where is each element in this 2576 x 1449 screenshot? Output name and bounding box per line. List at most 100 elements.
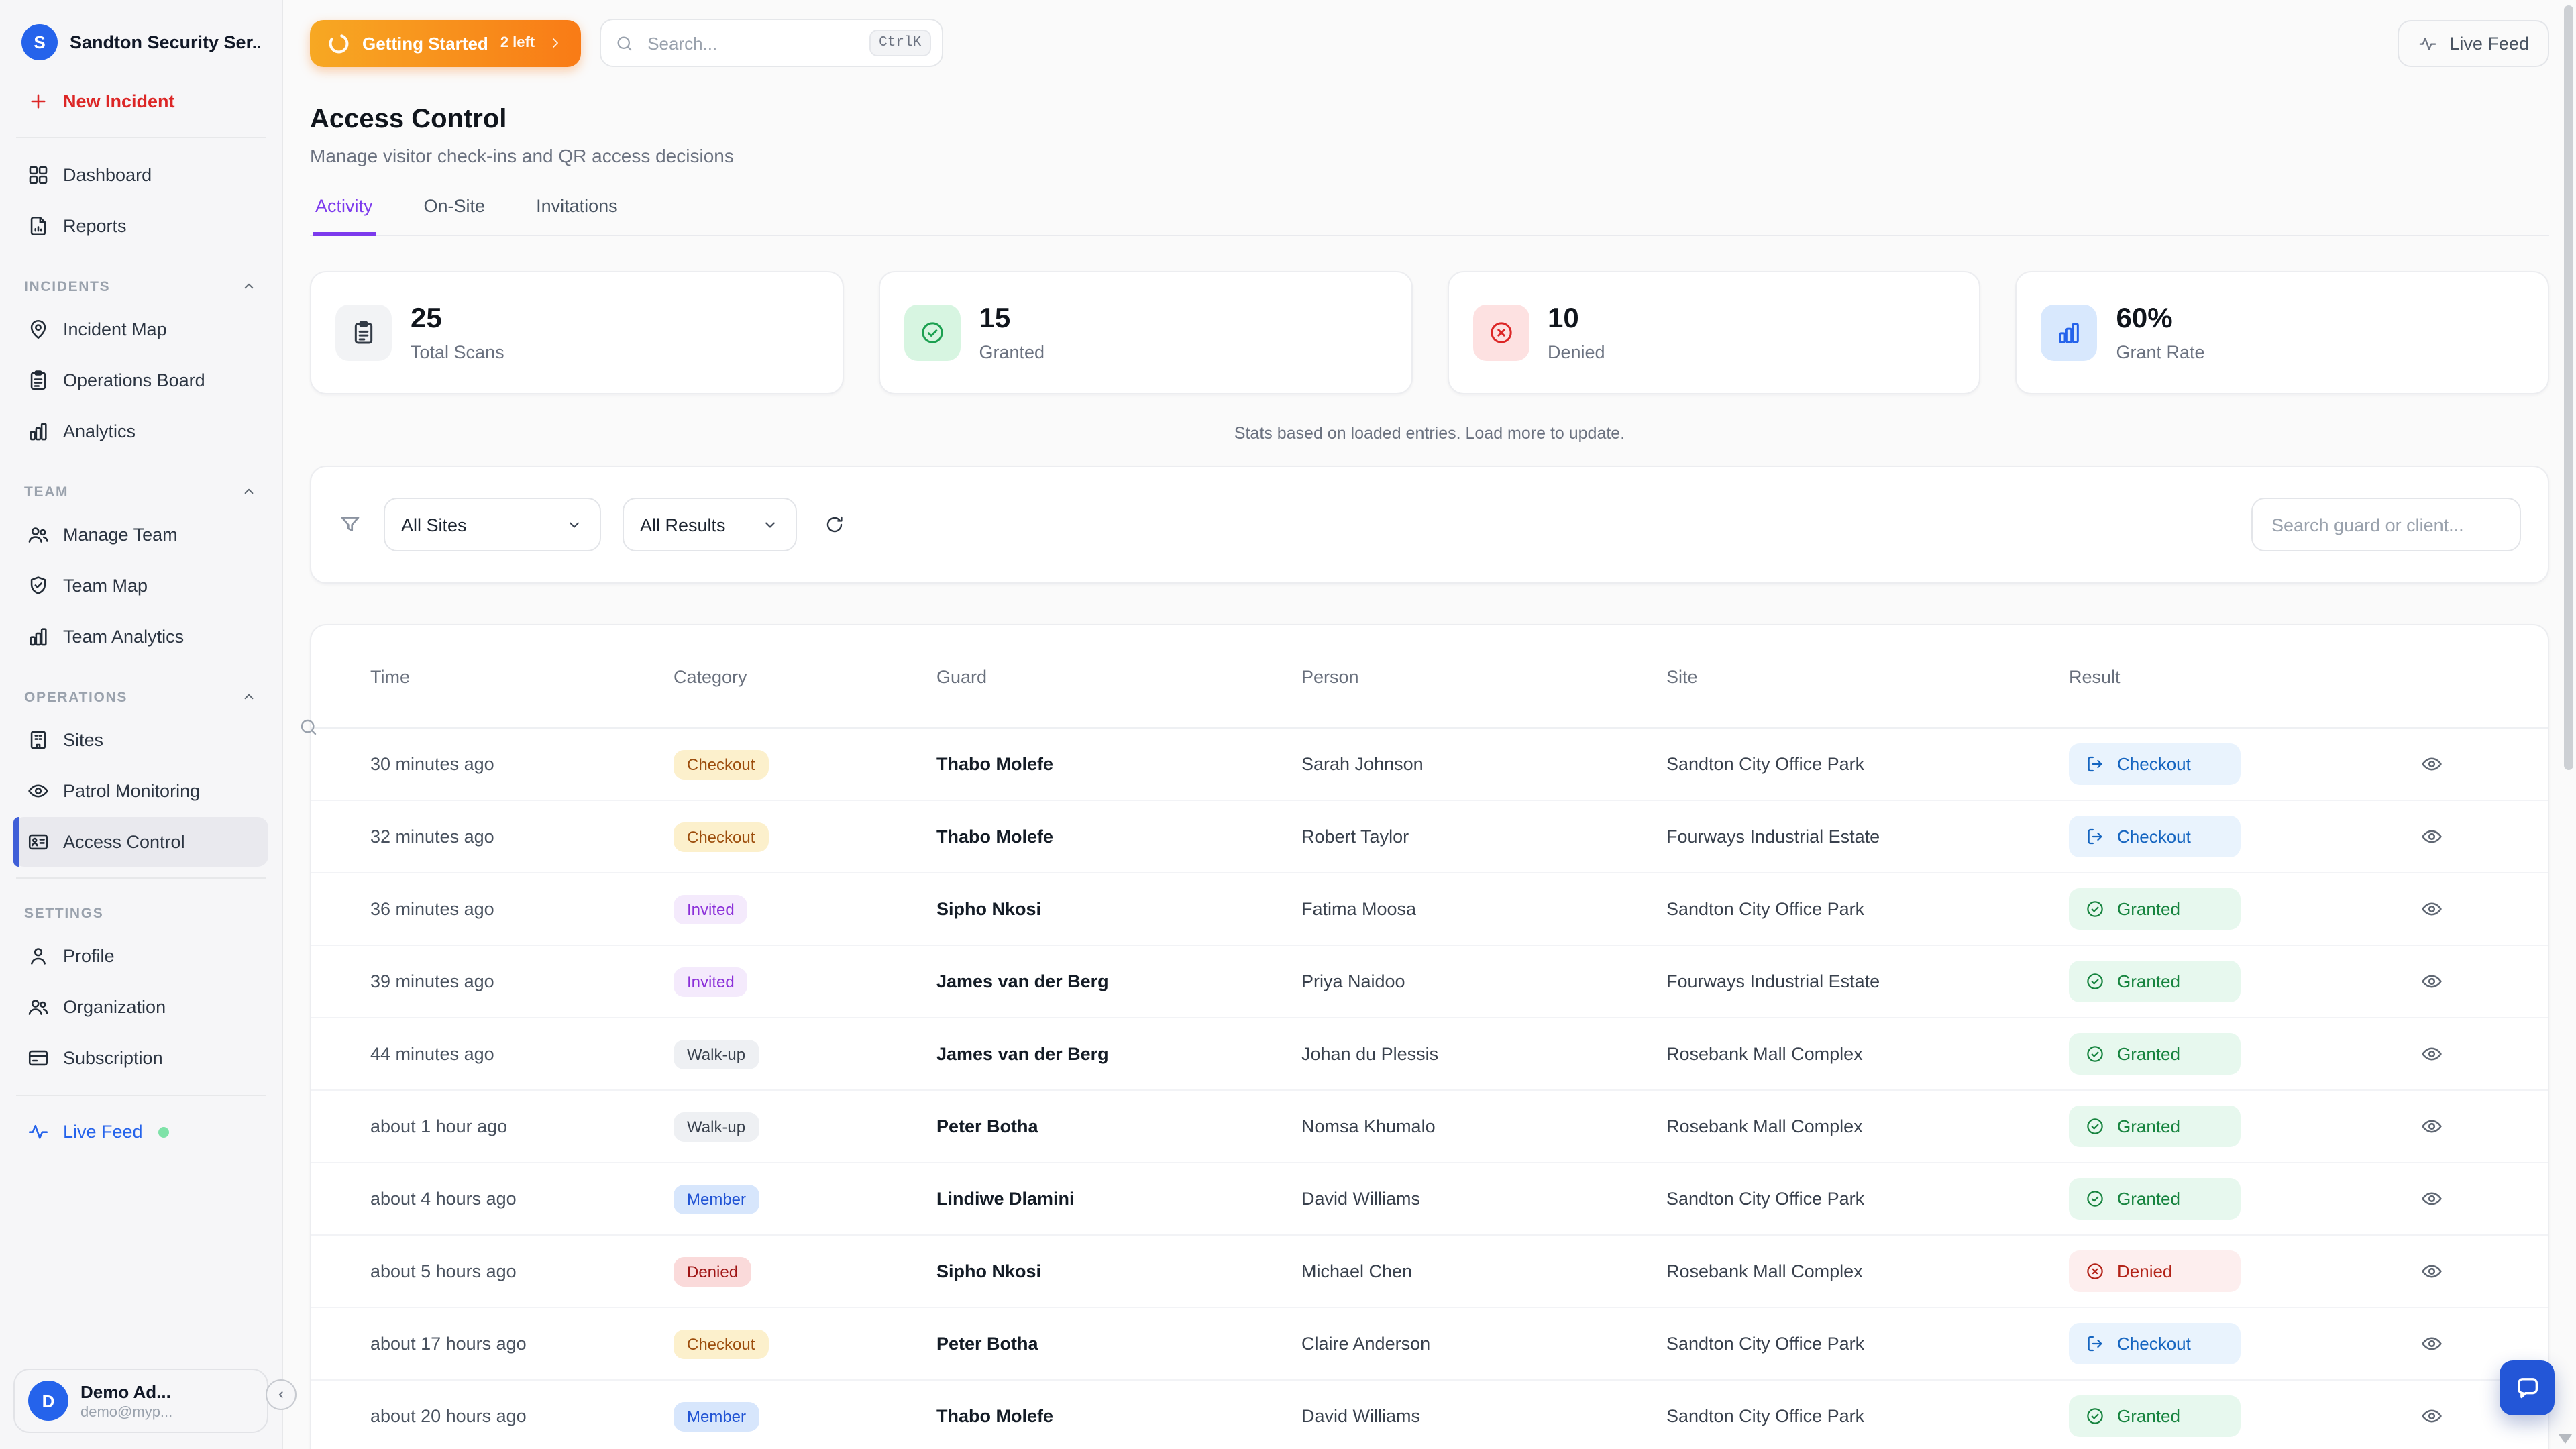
view-row-button[interactable]	[2418, 895, 2446, 923]
cell-person: Michael Chen	[1301, 1261, 1666, 1281]
cell-category: Checkout	[674, 822, 936, 851]
sidebar-item-label: Organization	[63, 997, 166, 1017]
tab-invitations[interactable]: Invitations	[533, 196, 621, 236]
refresh-button[interactable]	[818, 508, 851, 541]
cell-category: Checkout	[674, 749, 936, 779]
topbar: Getting Started 2 left CtrlK Live Feed	[310, 0, 2549, 86]
getting-started-button[interactable]: Getting Started 2 left	[310, 19, 580, 66]
page-subtitle: Manage visitor check-ins and QR access d…	[310, 145, 2549, 166]
tab-on-site[interactable]: On-Site	[421, 196, 488, 236]
cell-result: Checkout	[2069, 1323, 2399, 1364]
results-filter-select[interactable]: All Results	[623, 498, 797, 551]
sidebar-divider	[16, 877, 266, 879]
section-label-team[interactable]: TEAM	[24, 483, 258, 500]
view-row-button[interactable]	[2418, 1402, 2446, 1430]
view-row-button[interactable]	[2418, 1040, 2446, 1068]
view-row-button[interactable]	[2418, 822, 2446, 851]
global-search[interactable]: CtrlK	[599, 19, 943, 67]
sidebar-item-incident-map[interactable]: Incident Map	[13, 305, 268, 354]
cell-time: about 17 hours ago	[370, 1334, 674, 1354]
view-row-button[interactable]	[2418, 750, 2446, 778]
cell-result: Granted	[2069, 1178, 2399, 1220]
view-row-button[interactable]	[2418, 1257, 2446, 1285]
getting-started-count: 2 left	[500, 35, 535, 51]
cell-site: Rosebank Mall Complex	[1666, 1261, 2069, 1281]
sidebar-item-access-control[interactable]: Access Control	[13, 817, 268, 867]
dashboard-icon	[27, 164, 50, 186]
table-header: Time Category Guard Person Site Result	[311, 625, 2548, 729]
cell-site: Sandton City Office Park	[1666, 899, 2069, 919]
stat-label: Total Scans	[411, 342, 504, 362]
stat-card-granted: 15 Granted	[879, 271, 1413, 394]
cell-person: David Williams	[1301, 1189, 1666, 1209]
shield-check-icon	[27, 574, 50, 597]
table-row: 36 minutes ago Invited Sipho Nkosi Fatim…	[311, 872, 2548, 945]
x-circle-icon	[1472, 305, 1529, 361]
sidebar-item-live-feed[interactable]: Live Feed	[13, 1107, 268, 1157]
sidebar-item-label: Dashboard	[63, 165, 152, 185]
check-circle-icon	[904, 305, 961, 361]
org-switcher[interactable]: S Sandton Security Ser...	[13, 16, 268, 68]
sidebar-item-sites[interactable]: Sites	[13, 715, 268, 765]
sidebar-item-label: Manage Team	[63, 525, 178, 545]
cell-guard: James van der Berg	[936, 1044, 1301, 1064]
table-row: about 20 hours ago Member Thabo Molefe D…	[311, 1379, 2548, 1449]
sidebar-item-team-analytics[interactable]: Team Analytics	[13, 612, 268, 661]
result-badge: Granted	[2069, 888, 2241, 930]
section-label-operations[interactable]: OPERATIONS	[24, 688, 258, 706]
guard-search[interactable]	[2251, 498, 2521, 551]
sites-filter-select[interactable]: All Sites	[384, 498, 601, 551]
scrollbar-thumb[interactable]	[2564, 5, 2573, 770]
check-circle-icon	[2085, 1406, 2105, 1426]
cell-guard: Peter Botha	[936, 1116, 1301, 1136]
view-row-button[interactable]	[2418, 967, 2446, 996]
cell-guard: Peter Botha	[936, 1334, 1301, 1354]
clipboard-icon	[335, 305, 392, 361]
bar-chart-icon	[27, 625, 50, 648]
check-circle-icon	[2085, 1116, 2105, 1136]
sidebar-item-label: Sites	[63, 730, 103, 750]
sidebar-item-operations-board[interactable]: Operations Board	[13, 356, 268, 405]
cell-site: Rosebank Mall Complex	[1666, 1044, 2069, 1064]
view-row-button[interactable]	[2418, 1112, 2446, 1140]
sidebar-item-organization[interactable]: Organization	[13, 982, 268, 1032]
column-header-time: Time	[370, 666, 674, 686]
sidebar-item-patrol-monitoring[interactable]: Patrol Monitoring	[13, 766, 268, 816]
chat-bubble-button[interactable]	[2500, 1360, 2555, 1415]
cell-category: Member	[674, 1401, 936, 1431]
result-badge: Granted	[2069, 1033, 2241, 1075]
sidebar-collapse-button[interactable]	[266, 1379, 297, 1410]
sidebar-item-label: Incident Map	[63, 319, 167, 339]
sites-filter-value: All Sites	[401, 515, 467, 535]
cell-result: Granted	[2069, 1106, 2399, 1147]
live-feed-button[interactable]: Live Feed	[2397, 19, 2549, 66]
stat-card-total-scans: 25 Total Scans	[310, 271, 844, 394]
sidebar-item-subscription[interactable]: Subscription	[13, 1033, 268, 1083]
cell-category: Denied	[674, 1256, 936, 1286]
global-search-input[interactable]	[645, 32, 859, 54]
plus-icon	[27, 90, 50, 113]
tab-activity[interactable]: Activity	[313, 196, 376, 236]
logout-icon	[2085, 1334, 2105, 1354]
result-badge: Granted	[2069, 961, 2241, 1002]
building-icon	[27, 729, 50, 751]
refresh-icon	[824, 514, 845, 535]
sidebar-item-analytics[interactable]: Analytics	[13, 407, 268, 456]
cell-result: Denied	[2069, 1250, 2399, 1292]
view-row-button[interactable]	[2418, 1185, 2446, 1213]
scrollbar-down-arrow[interactable]	[2559, 1434, 2572, 1444]
guard-search-input[interactable]	[2269, 513, 2504, 536]
sidebar-item-dashboard[interactable]: Dashboard	[13, 150, 268, 200]
chevron-right-icon	[547, 35, 563, 51]
sidebar-item-reports[interactable]: Reports	[13, 201, 268, 251]
view-row-button[interactable]	[2418, 1330, 2446, 1358]
sidebar-item-team-map[interactable]: Team Map	[13, 561, 268, 610]
user-card[interactable]: D Demo Ad... demo@myp...	[13, 1368, 268, 1433]
new-incident-label: New Incident	[63, 91, 175, 111]
section-label-incidents[interactable]: INCIDENTS	[24, 278, 258, 295]
sidebar-item-profile[interactable]: Profile	[13, 931, 268, 981]
sidebar-item-manage-team[interactable]: Manage Team	[13, 510, 268, 559]
column-header-result: Result	[2069, 666, 2399, 686]
stat-value: 60%	[2116, 303, 2205, 335]
new-incident-button[interactable]: New Incident	[13, 76, 268, 126]
